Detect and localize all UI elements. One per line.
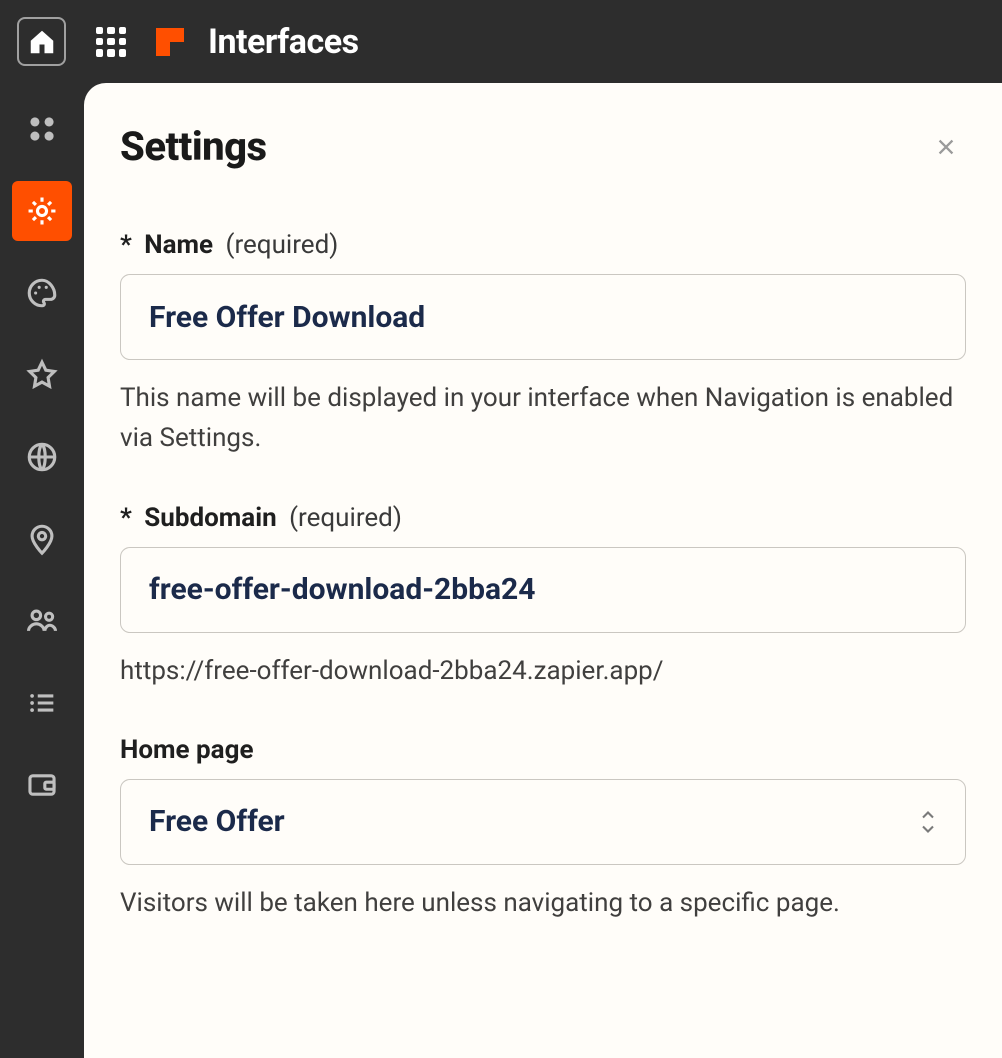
left-rail [0, 83, 84, 1058]
homepage-value[interactable] [120, 779, 966, 865]
required-text: (required) [226, 230, 339, 260]
homepage-helper: Visitors will be taken here unless navig… [120, 883, 966, 923]
homepage-select[interactable] [120, 779, 966, 865]
top-bar: Interfaces [0, 0, 1002, 83]
select-chevron-icon [918, 808, 938, 836]
star-icon [25, 358, 59, 392]
field-homepage: Home page Visitors will be taken here un… [120, 735, 966, 923]
name-input[interactable] [120, 274, 966, 360]
close-icon [935, 136, 957, 158]
required-text: (required) [289, 503, 402, 533]
sidebar-item-modules[interactable] [12, 99, 72, 159]
globe-icon [25, 440, 59, 474]
required-marker: * [120, 230, 132, 260]
users-icon [25, 604, 59, 638]
close-button[interactable] [926, 127, 966, 167]
field-name: * Name (required) This name will be disp… [120, 230, 966, 459]
required-marker: * [120, 503, 132, 533]
field-subdomain: * Subdomain (required) https://free-offe… [120, 503, 966, 691]
sidebar-item-settings[interactable] [12, 181, 72, 241]
apps-grid-icon[interactable] [96, 27, 126, 57]
subdomain-input[interactable] [120, 547, 966, 633]
home-icon [27, 27, 57, 57]
home-button[interactable] [17, 17, 66, 66]
sidebar-item-list[interactable] [12, 673, 72, 733]
subdomain-label: * Subdomain (required) [120, 503, 966, 533]
settings-panel: Settings * Name (required) This name wil… [84, 83, 1002, 1058]
sidebar-item-users[interactable] [12, 591, 72, 651]
subdomain-helper: https://free-offer-download-2bba24.zapie… [120, 651, 966, 691]
homepage-label: Home page [120, 735, 966, 765]
name-helper: This name will be displayed in your inte… [120, 378, 966, 459]
sidebar-item-wallet[interactable] [12, 755, 72, 815]
label-text: Name [144, 230, 213, 260]
pin-icon [25, 522, 59, 556]
panel-header: Settings [120, 123, 966, 170]
app-title: Interfaces [208, 22, 359, 62]
brand-icon [156, 28, 184, 56]
label-text: Home page [120, 735, 254, 765]
wallet-icon [25, 768, 59, 802]
label-text: Subdomain [144, 503, 276, 533]
modules-icon [25, 112, 59, 146]
sidebar-item-favorites[interactable] [12, 345, 72, 405]
sidebar-item-domain[interactable] [12, 427, 72, 487]
panel-title: Settings [120, 123, 267, 170]
sidebar-item-theme[interactable] [12, 263, 72, 323]
gear-icon [25, 194, 59, 228]
list-icon [25, 686, 59, 720]
sidebar-item-location[interactable] [12, 509, 72, 569]
name-label: * Name (required) [120, 230, 966, 260]
palette-icon [25, 276, 59, 310]
brand: Interfaces [156, 22, 359, 62]
